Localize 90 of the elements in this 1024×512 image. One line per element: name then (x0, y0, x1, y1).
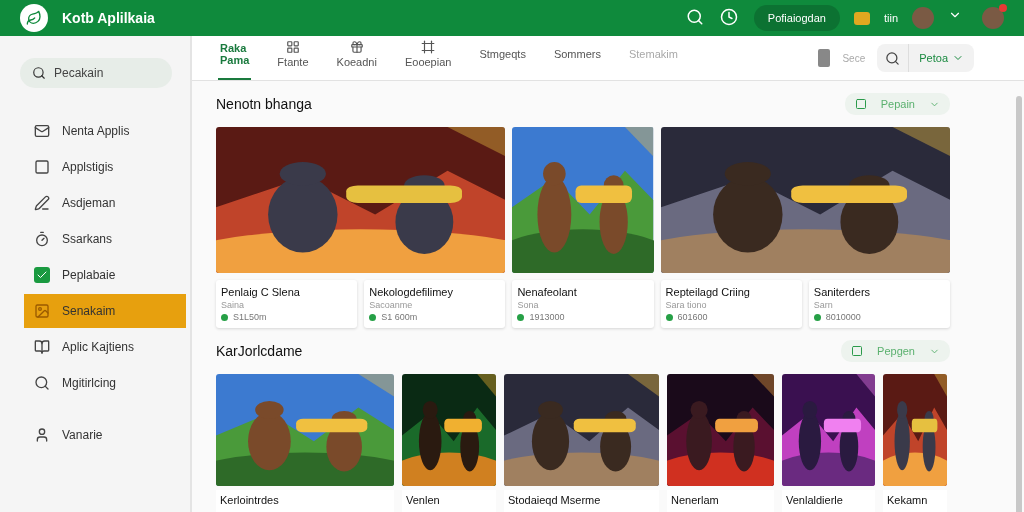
search-icon (34, 375, 50, 391)
search-icon (32, 66, 46, 80)
game-subtitle: Sara tiono (665, 300, 708, 310)
scrollbar[interactable] (1016, 96, 1022, 512)
game-card[interactable]: Nekologdefilimey Sacoanme S1 600m (364, 280, 506, 328)
tab[interactable]: Eooepian (402, 36, 454, 80)
game-stat: S1L50m (233, 312, 267, 322)
coin-count: tiin (883, 12, 898, 24)
sidebar-item[interactable]: Mgitirlcing (24, 366, 186, 400)
search-field[interactable]: Pecakain (20, 58, 172, 88)
sidebar-item[interactable]: Ssarkans (24, 222, 186, 256)
status-dot (369, 313, 377, 321)
book-icon (34, 339, 50, 355)
game-title: Nenafeolant (517, 286, 578, 298)
game-stat: 601600 (677, 312, 708, 322)
sidebar-label: Peplabaie (62, 268, 116, 282)
sidebar-label: Mgitirlcing (62, 376, 116, 390)
game-stat: 1913000 (529, 312, 565, 322)
sidebar-item[interactable]: Applstigis (24, 150, 186, 184)
sidebar-item[interactable]: Peplabaie (24, 258, 186, 292)
game-card[interactable]: Venlaldierle (782, 490, 875, 512)
game-title: Kekamn (887, 494, 929, 506)
status-dot (665, 313, 673, 321)
account-button[interactable]: Pofiaiogdan (753, 5, 840, 31)
sidebar-item[interactable]: Senakaim (24, 294, 186, 328)
square-icon (854, 98, 867, 110)
game-card[interactable]: Nenerlam (667, 490, 774, 512)
game-card[interactable]: Nenafeolant Sona 1913000 (512, 280, 654, 328)
save-label: Sece (842, 52, 866, 64)
game-title: Kerlointrdes (220, 494, 280, 506)
game-card[interactable]: Venlen (402, 490, 496, 512)
search-icon (885, 50, 901, 66)
tab[interactable]: Raka Pama (218, 36, 252, 80)
game-card[interactable]: Repteilagd Criing Sara tiono 601600 (660, 280, 802, 328)
status-dot (517, 313, 525, 321)
frame-icon (421, 40, 436, 54)
sidebar-label: Nenta Applis (62, 124, 130, 138)
section-title: Nenotn bhanga (216, 96, 312, 112)
mail-icon (34, 123, 50, 139)
sidebar-label: Vanarie (62, 428, 103, 442)
notification-dot (999, 4, 1007, 12)
tab[interactable]: Sommers (551, 36, 603, 80)
game-title: Venlaldierle (786, 494, 844, 506)
game-card[interactable]: Kerlointrdes (216, 490, 394, 512)
chest-icon (853, 11, 870, 25)
sidebar-item[interactable]: Asdjeman (24, 186, 186, 220)
status-dot (221, 313, 228, 321)
game-stat: S1 600m (381, 312, 418, 322)
section-title: KarJorlcdame (216, 343, 303, 359)
game-card[interactable]: Saniterders Sarn 8010000 (808, 280, 950, 328)
user-icon (34, 427, 50, 443)
game-title: Repteilagd Criing (665, 286, 751, 298)
game-subtitle: Sona (517, 300, 540, 310)
game-title: Penlaig C Slena (221, 286, 301, 298)
tab[interactable]: Stmgeqts (477, 36, 528, 80)
game-card[interactable]: Kekamn (883, 490, 947, 512)
check-icon (34, 267, 50, 283)
tab[interactable]: Koeadni (334, 36, 379, 80)
sidebar-label: Aplic Kajtiens (62, 340, 135, 354)
game-title: Venlen (406, 494, 441, 506)
app-title: Kotb Aplilkaia (62, 10, 156, 26)
timer-icon (34, 231, 50, 247)
bottle-icon (818, 49, 831, 67)
game-card[interactable]: Stodaieqd Mserme (504, 490, 659, 512)
game-subtitle: Saina (221, 300, 246, 310)
game-title: Saniterders (813, 286, 872, 298)
clock-icon[interactable] (719, 8, 740, 28)
status-dot (813, 313, 821, 321)
game-stat: 8010000 (825, 312, 861, 322)
game-subtitle: Sarn (813, 300, 834, 310)
leaf-logo-icon (20, 4, 48, 32)
tab[interactable]: Ftante (275, 36, 311, 80)
game-title: Stodaieqd Mserme (508, 494, 602, 506)
game-card[interactable]: Penlaig C Slena Saina S1L50m (216, 280, 358, 328)
sidebar-label: Senakaim (62, 304, 116, 318)
sidebar-label: Asdjeman (62, 196, 116, 210)
game-title: Nekologdefilimey (369, 286, 454, 298)
sidebar-label: Ssarkans (62, 232, 113, 246)
pen-icon (34, 195, 50, 211)
game-title: Nenerlam (671, 494, 720, 506)
square-icon (851, 345, 864, 357)
sidebar-label: Applstigis (62, 160, 114, 174)
square-icon (34, 159, 50, 175)
sidebar-item[interactable]: Aplic Kajtiens (24, 330, 186, 364)
game-subtitle: Sacoanme (369, 300, 414, 310)
sidebar-item[interactable]: Nenta Applis (24, 114, 186, 148)
sidebar-item[interactable]: Vanarie (24, 418, 186, 452)
grid-icon (285, 40, 300, 54)
image-icon (34, 303, 50, 319)
gift-icon (349, 40, 364, 54)
